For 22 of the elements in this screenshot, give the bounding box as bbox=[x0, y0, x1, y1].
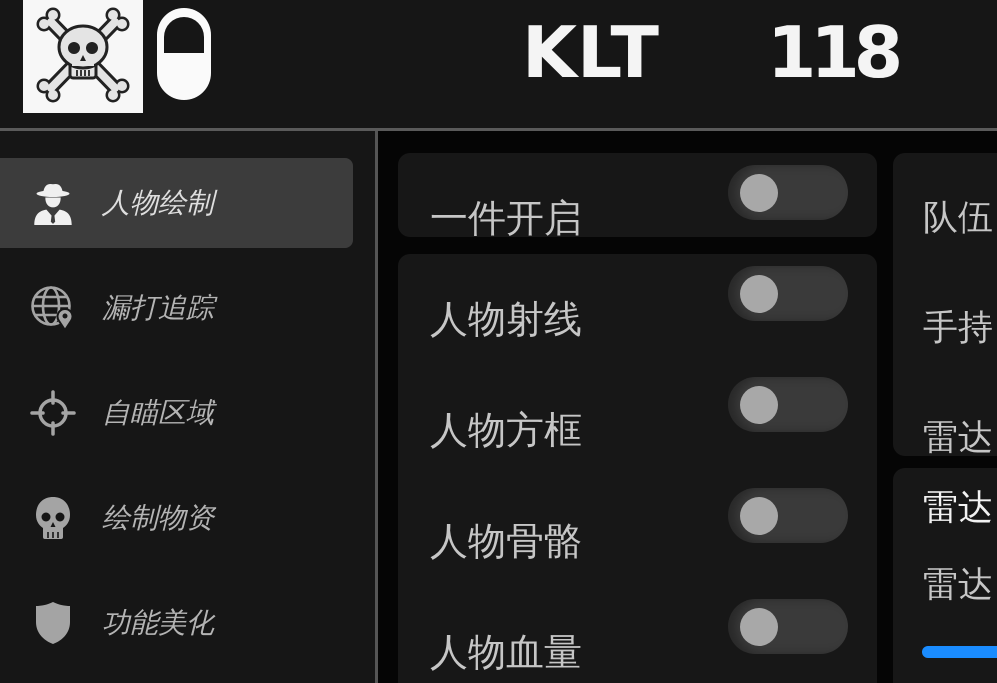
slider-track[interactable] bbox=[922, 646, 997, 658]
skull-icon bbox=[33, 495, 73, 541]
setting-label: 人物骨骼 bbox=[430, 522, 582, 560]
setting-label: 手持 bbox=[923, 311, 994, 346]
sidebar-item[interactable]: 功能美化 bbox=[0, 578, 353, 668]
sidebar-item[interactable]: 人物绘制 bbox=[0, 158, 353, 248]
setting-label: 雷达 bbox=[923, 421, 994, 456]
setting-label: 一件开启 bbox=[430, 199, 582, 237]
sidebar-item[interactable]: 自瞄区域 bbox=[0, 368, 353, 458]
setting-label: 人物方框 bbox=[430, 411, 582, 449]
mouse-icon bbox=[157, 8, 211, 100]
setting-label: 人物血量 bbox=[430, 633, 582, 671]
setting-label: 人物射线 bbox=[430, 300, 582, 338]
sidebar-item[interactable]: 漏打追踪 bbox=[0, 263, 353, 353]
section-title: 雷达 bbox=[923, 491, 994, 526]
setting-label: 队伍 bbox=[923, 201, 994, 236]
shield-icon bbox=[33, 600, 73, 646]
sidebar-item[interactable]: 绘制物资 bbox=[0, 473, 353, 563]
crosshair-icon bbox=[30, 390, 76, 436]
version-number: 118 bbox=[766, 17, 898, 88]
app-title: KLT bbox=[522, 17, 659, 88]
slider-label: 雷达 bbox=[923, 568, 994, 603]
